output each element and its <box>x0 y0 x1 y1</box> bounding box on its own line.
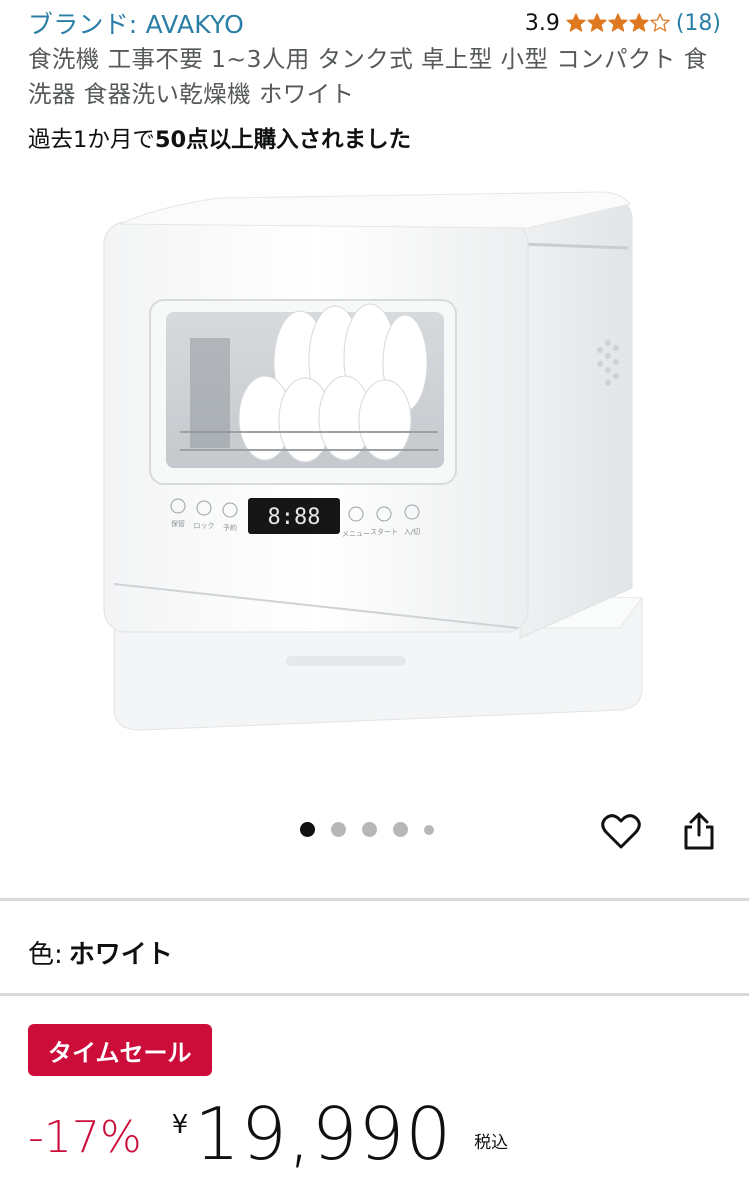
color-label: 色: <box>28 940 63 970</box>
svg-text:ロック: ロック <box>194 522 215 530</box>
gallery-dot-5[interactable] <box>424 824 434 835</box>
svg-text:メニュー: メニュー <box>342 530 370 538</box>
purchase-count-note: 過去1か月で50点以上購入されました <box>28 122 411 154</box>
product-title[interactable]: 食洗機 工事不要 1~3人用 タンク式 卓上型 小型 コンパクト 食洗器 食器洗… <box>28 42 725 112</box>
rating-stars <box>566 13 670 33</box>
gallery-pagination[interactable] <box>300 822 434 837</box>
brand-link[interactable]: ブランド: AVAKYO <box>28 5 244 41</box>
svg-text:予約: 予約 <box>223 523 237 532</box>
color-value: ホワイト <box>68 940 173 970</box>
gallery-dot-4[interactable] <box>393 822 408 837</box>
svg-text:保管: 保管 <box>171 519 185 528</box>
share-button[interactable] <box>676 808 722 854</box>
price-amount: 19,990 <box>194 1092 453 1176</box>
svg-text:8:88: 8:88 <box>268 505 321 530</box>
rating-summary[interactable]: 3.9 (18) <box>525 11 721 36</box>
gallery-dot-1[interactable] <box>300 822 315 837</box>
favorite-button[interactable] <box>598 808 644 854</box>
purchase-count-emphasis: 50点以上購入されました <box>154 127 412 153</box>
svg-text:入/切: 入/切 <box>404 528 420 536</box>
product-header: ブランド: AVAKYO 3.9 (18) <box>28 6 721 40</box>
time-sale-badge: タイムセール <box>28 1024 212 1076</box>
star-icon <box>608 13 628 32</box>
section-divider <box>0 993 749 996</box>
svg-text:スタート: スタート <box>370 527 398 536</box>
gallery-dot-2[interactable] <box>331 822 346 837</box>
currency-symbol: ¥ <box>171 1110 189 1140</box>
price-block: -17% ¥ 19,990 税込 <box>28 1094 508 1184</box>
gallery-dot-3[interactable] <box>362 822 377 837</box>
rating-value: 3.9 <box>524 10 560 36</box>
star-icon <box>650 13 670 32</box>
purchase-count-prefix: 過去1か月で <box>28 127 155 153</box>
discount-percent: -17% <box>28 1112 142 1163</box>
color-variant[interactable]: 色: ホワイト <box>28 934 173 971</box>
tax-note: 税込 <box>474 1133 509 1153</box>
star-icon <box>566 13 586 32</box>
heart-icon <box>601 814 641 849</box>
star-icon <box>629 13 649 32</box>
share-icon <box>684 812 714 850</box>
review-count-link[interactable]: (18) <box>676 11 721 36</box>
star-icon <box>587 13 607 32</box>
product-image[interactable]: 保管 ロック 予約 メニュー スタート 入/切 8:88 <box>100 188 660 748</box>
section-divider <box>0 898 749 901</box>
